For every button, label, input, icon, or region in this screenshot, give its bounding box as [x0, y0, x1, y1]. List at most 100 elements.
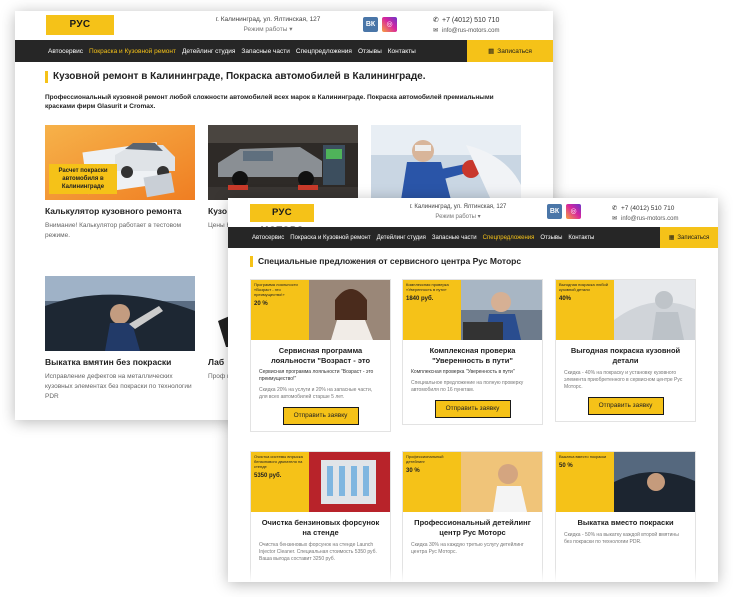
- offer-text: Скидка - 50% на выкатку каждой второй вм…: [564, 532, 679, 545]
- nav-item-parts[interactable]: Запасные части: [241, 48, 289, 55]
- painting-image: [371, 125, 521, 200]
- offer-badge-text: Программа лояльности «Возраст - это преи…: [254, 282, 298, 297]
- nav-item-contacts[interactable]: Контакты: [568, 235, 594, 241]
- offer-card-detailing: Профессиональный детейлинг 30 % Професси…: [402, 451, 543, 582]
- site-logo[interactable]: РУС МОТОРС: [46, 15, 114, 50]
- nav-item-autoservice[interactable]: Автосервис: [252, 235, 284, 241]
- pdr-technician-illustration: [45, 276, 195, 351]
- send-request-button[interactable]: Отправить заявку: [587, 397, 664, 415]
- vk-icon[interactable]: ВК: [363, 17, 378, 32]
- instagram-icon[interactable]: ◎: [566, 204, 581, 219]
- stage: РУС МОТОРС г. Калининград, ул. Ялтинская…: [0, 0, 733, 597]
- offer-card-loyalty: Программа лояльности «Возраст - это преи…: [250, 279, 391, 432]
- work-mode-dropdown[interactable]: Режим работы ▾: [203, 25, 333, 35]
- offer-image: Выгодная покраска любой кузовной детали …: [556, 280, 695, 340]
- send-request-button[interactable]: Отправить заявку: [434, 400, 511, 418]
- signup-button[interactable]: ▦ Записаться: [660, 227, 718, 248]
- offer-badge: Выкатка вместо покраски 50 %: [556, 452, 614, 512]
- offer-image: Выкатка вместо покраски 50 %: [556, 452, 695, 512]
- main-nav: Автосервис Покраска и Кузовной ремонт Де…: [15, 40, 553, 62]
- service-text: Внимание! Калькулятор работает в тестово…: [45, 222, 182, 239]
- signup-label: Записаться: [677, 234, 710, 241]
- page-intro: Профессиональный кузовной ремонт любой с…: [45, 94, 494, 110]
- service-title[interactable]: Выкатка вмятин без покраски: [45, 357, 195, 367]
- social-links: ВК ◎: [547, 204, 581, 219]
- offer-badge-value: 20 %: [254, 301, 268, 307]
- instagram-icon[interactable]: ◎: [382, 17, 397, 32]
- offer-badge-text: Комплексная проверка «Уверенность в пути…: [406, 282, 449, 292]
- nav-item-parts[interactable]: Запасные части: [432, 235, 477, 241]
- offer-text: Скидка 20% на услуги и 20% на запасные ч…: [259, 387, 373, 400]
- offer-badge-value: 40%: [559, 296, 572, 302]
- address-block: г. Калининград, ул. Ялтинская, 127 Режим…: [203, 15, 333, 35]
- nav-item-offers[interactable]: Спецпредложения: [296, 48, 352, 55]
- nav-item-body-repair[interactable]: Покраска и Кузовной ремонт: [290, 235, 370, 241]
- offer-title: Профессиональный детейлинг центр Рус Мот…: [414, 518, 531, 537]
- send-request-button[interactable]: Отправить заявку: [282, 407, 359, 425]
- offer-badge-value: 1840 руб.: [406, 296, 434, 302]
- signup-button[interactable]: ▦ Записаться: [467, 40, 553, 62]
- page-title: Кузовной ремонт в Калининграде, Покраска…: [45, 71, 426, 83]
- phone-icon: ✆: [612, 205, 618, 212]
- offer-image: Комплексная проверка «Уверенность в пути…: [403, 280, 542, 340]
- address-block: г. Калининград, ул. Ялтинская, 127 Режим…: [398, 202, 518, 222]
- offer-title: Комплексная проверка "Уверенность в пути…: [429, 346, 516, 365]
- nav-item-detailing[interactable]: Детейлинг студия: [182, 48, 235, 55]
- offer-badge: Профессиональный детейлинг 30 %: [403, 452, 461, 512]
- offer-badge-value: 5350 руб.: [254, 473, 282, 479]
- nav-item-offers[interactable]: Спецпредложения: [483, 235, 535, 241]
- offer-badge-text: Выгодная покраска любой кузовной детали: [559, 282, 608, 292]
- phone-number[interactable]: +7 (4012) 510 710: [621, 205, 674, 212]
- calendar-icon: ▦: [488, 48, 495, 55]
- offer-title: Выкатка вместо покраски: [577, 518, 674, 527]
- offer-badge-value: 30 %: [406, 468, 420, 474]
- offer-badge: Выгодная покраска любой кузовной детали …: [556, 280, 614, 340]
- offer-image: Профессиональный детейлинг 30 %: [403, 452, 542, 512]
- bottom-fade: [228, 568, 718, 582]
- service-card-pdr[interactable]: Выкатка вмятин без покраски Исправление …: [45, 276, 195, 402]
- offer-card-injectors: Очистка системы впрыска бензинового двиг…: [250, 451, 391, 582]
- offer-text: Скидка - 40% на покраску и установку куз…: [564, 370, 683, 390]
- offer-badge-value: 50 %: [559, 463, 573, 469]
- offer-text: Скидка 30% на каждую третью услугу детей…: [411, 542, 524, 555]
- vk-icon[interactable]: ВК: [547, 204, 562, 219]
- nav-item-detailing[interactable]: Детейлинг студия: [377, 235, 426, 241]
- email-link[interactable]: info@rus-motors.com: [442, 28, 499, 34]
- service-card-calculator[interactable]: Расчет покраски автомобиля в Калининград…: [45, 125, 195, 241]
- work-mode-dropdown[interactable]: Режим работы ▾: [398, 212, 518, 222]
- email-link[interactable]: info@rus-motors.com: [621, 216, 678, 222]
- offer-badge-text: Выкатка вместо покраски: [559, 454, 607, 459]
- nav-item-autoservice[interactable]: Автосервис: [48, 48, 83, 55]
- calculator-image: Расчет покраски автомобиля в Калининград…: [45, 125, 195, 200]
- service-card-painting[interactable]: [371, 125, 521, 200]
- service-text: Исправление дефектов на металлических ку…: [45, 373, 192, 400]
- offer-card-inspection: Комплексная проверка «Уверенность в пути…: [402, 279, 543, 425]
- offer-subtitle: Сервисная программа лояльности "Возраст …: [259, 369, 374, 382]
- offer-badge-text: Очистка системы впрыска бензинового двиг…: [254, 454, 303, 469]
- contacts-block: ✆ +7 (4012) 510 710 ✉ info@rus-motors.com: [433, 15, 499, 37]
- painter-illustration: [371, 125, 521, 200]
- offer-card-pdr: Выкатка вместо покраски 50 % Выкатка вме…: [555, 451, 696, 582]
- offer-badge: Программа лояльности «Возраст - это преи…: [251, 280, 309, 340]
- offer-badge: Комплексная проверка «Уверенность в пути…: [403, 280, 461, 340]
- calendar-icon: ▦: [668, 235, 675, 241]
- offer-badge: Очистка системы впрыска бензинового двиг…: [251, 452, 309, 512]
- offer-text: Очистка бензиновых форсунок на стенде La…: [259, 542, 377, 562]
- mail-icon: ✉: [612, 216, 618, 222]
- service-title[interactable]: Калькулятор кузовного ремонта: [45, 206, 195, 216]
- offer-badge-text: Профессиональный детейлинг: [406, 454, 444, 464]
- nav-item-reviews[interactable]: Отзывы: [358, 48, 382, 55]
- site-logo[interactable]: РУС МОТОРС: [250, 204, 314, 236]
- phone-icon: ✆: [433, 17, 439, 24]
- nav-item-reviews[interactable]: Отзывы: [540, 235, 562, 241]
- nav-item-body-repair[interactable]: Покраска и Кузовной ремонт: [89, 48, 176, 55]
- site-header: РУС МОТОРС г. Калининград, ул. Ялтинская…: [228, 198, 718, 236]
- site-header: РУС МОТОРС г. Калининград, ул. Ялтинская…: [15, 11, 553, 50]
- address-text: г. Калининград, ул. Ялтинская, 127: [409, 204, 507, 210]
- body-repair-image: [208, 125, 358, 200]
- phone-number[interactable]: +7 (4012) 510 710: [442, 17, 499, 24]
- offer-title: Очистка бензиновых форсунок на стенде: [261, 518, 380, 537]
- offer-image: Программа лояльности «Возраст - это преи…: [251, 280, 390, 340]
- offer-card-painting: Выгодная покраска любой кузовной детали …: [555, 279, 696, 422]
- nav-item-contacts[interactable]: Контакты: [388, 48, 416, 55]
